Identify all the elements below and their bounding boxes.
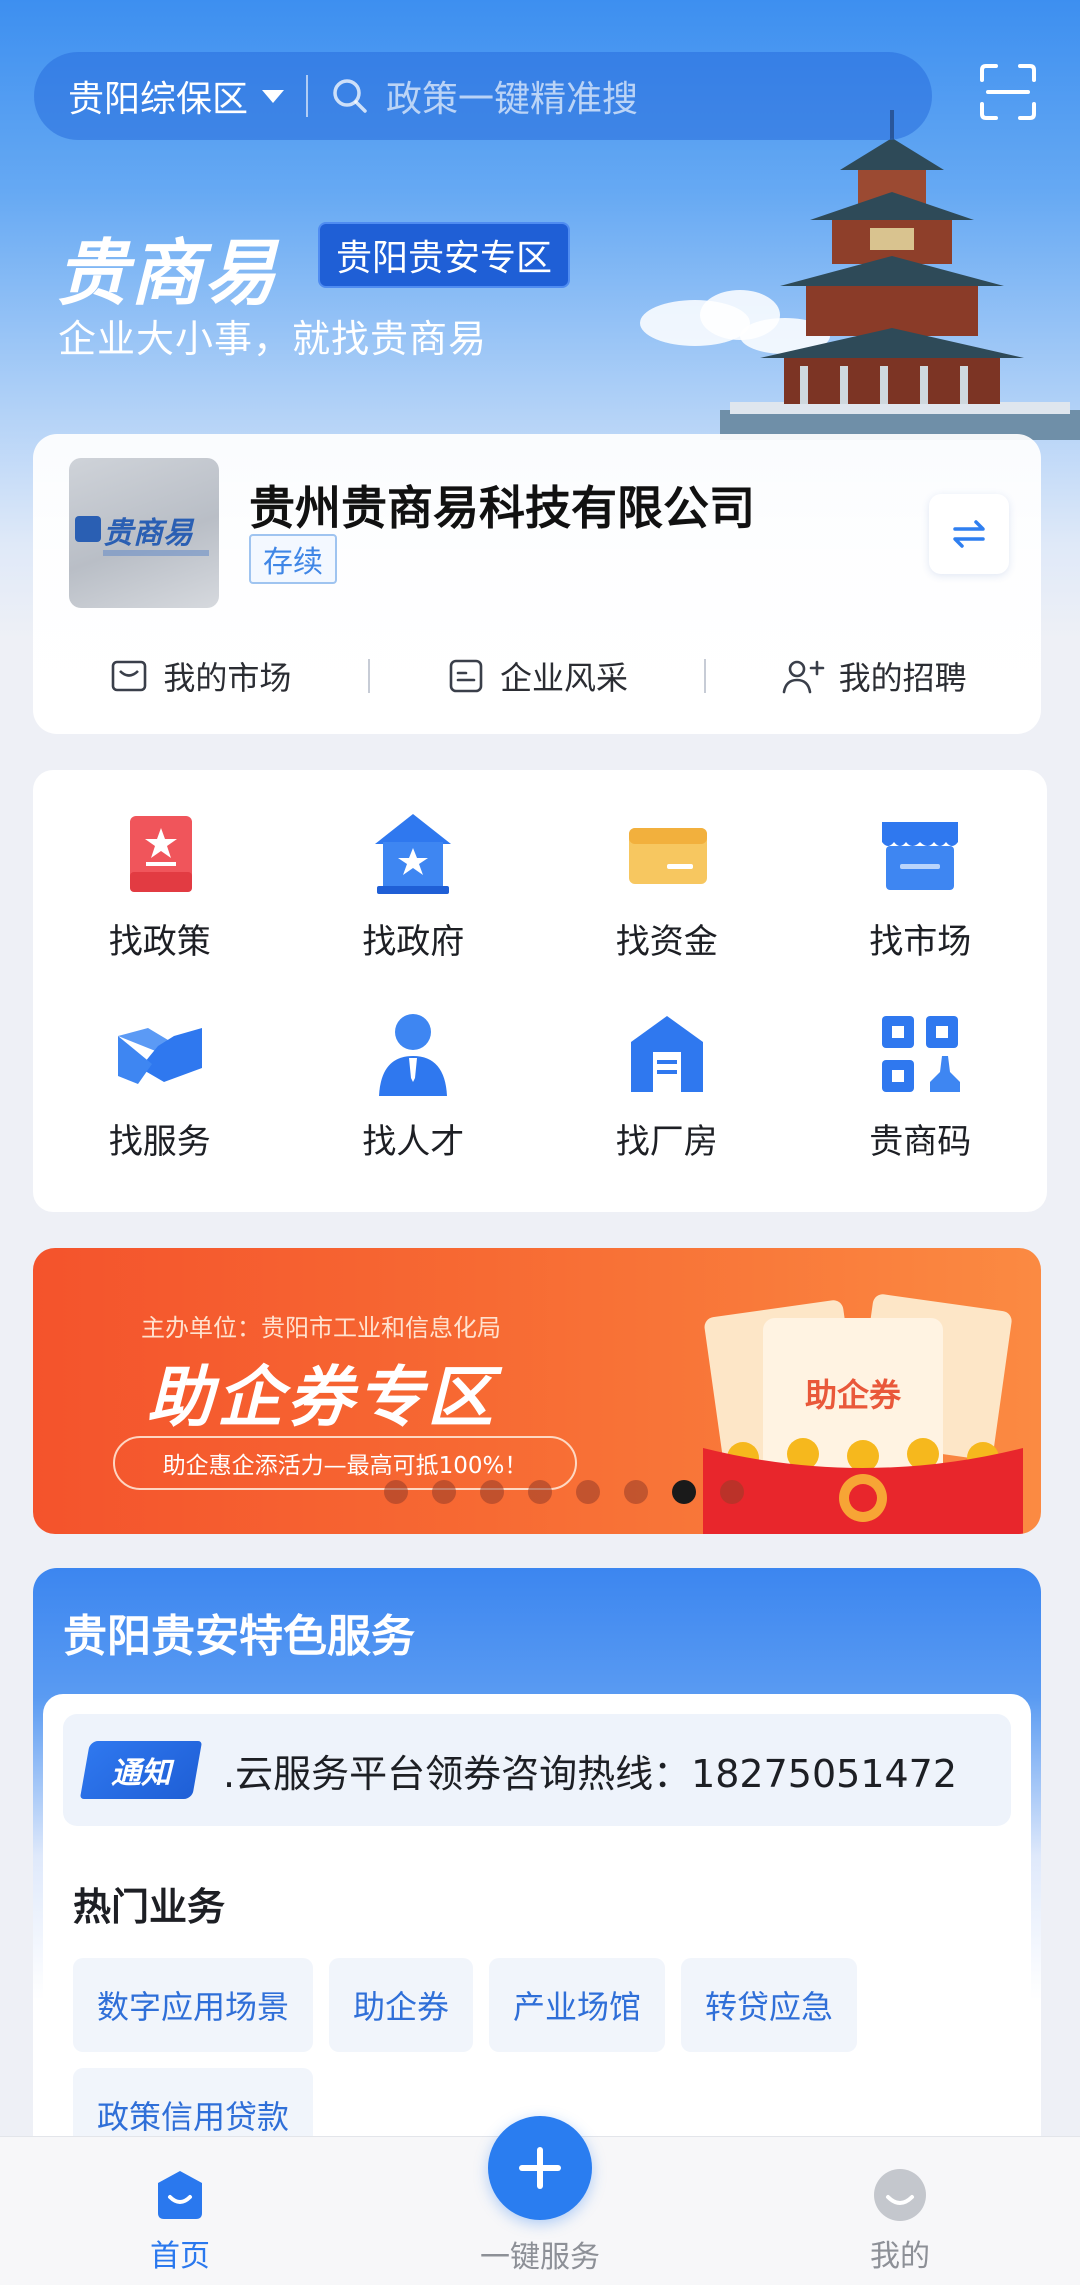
qr-code-icon: [882, 1016, 961, 1092]
nav-home[interactable]: 首页: [80, 2137, 280, 2285]
factory-icon: [630, 1016, 703, 1092]
chip-industry-venue[interactable]: 产业场馆: [489, 1958, 666, 2052]
coupon-label: 助企券: [805, 1376, 902, 1414]
hot-business-title: 热门业务: [73, 1885, 226, 1929]
logo-subline: [103, 550, 209, 556]
caret-down-icon: [262, 89, 285, 103]
grid-label-qrcode: 贵商码: [869, 1122, 972, 1162]
company-style-label: 企业风采: [500, 659, 629, 697]
company-name: 贵州贵商易科技有限公司: [249, 481, 755, 535]
talent-icon: [379, 1014, 448, 1096]
chip-bridge-loan[interactable]: 转贷应急: [681, 1958, 858, 2052]
pagination-dot[interactable]: [720, 1480, 744, 1504]
my-market-label: 我的市场: [163, 659, 292, 697]
pagoda-illustration: [720, 110, 1080, 440]
home-icon: [158, 2171, 202, 2219]
switch-company-button[interactable]: [929, 494, 1009, 574]
company-status-badge: 存续: [249, 534, 337, 584]
chip-coupon[interactable]: 助企券: [329, 1958, 474, 2052]
grid-item-talent[interactable]: 找人才: [287, 992, 541, 1192]
grid-item-qrcode[interactable]: 贵商码: [794, 992, 1048, 1192]
nav-mine-label: 我的: [870, 2239, 930, 2274]
notice-text: .云服务平台领券咨询热线：18275051472: [223, 1751, 958, 1796]
search-icon: [333, 79, 367, 113]
logo-mark: [75, 516, 101, 542]
my-recruit-label: 我的招聘: [838, 659, 967, 697]
logo-text: 贵商易: [103, 516, 193, 551]
region-label: 贵阳综保区: [68, 79, 249, 120]
swap-icon: [953, 520, 985, 548]
service-grid: 找政策 找政府 找资金 找市场 找服务 找人才 找厂房 贵商码: [33, 770, 1047, 1212]
grid-item-market[interactable]: 找市场: [794, 792, 1048, 992]
company-card[interactable]: 贵商易 贵州贵商易科技有限公司 存续 我的市场 企业风采 我的招聘: [33, 434, 1041, 734]
search-divider: [306, 75, 309, 117]
market-icon: [882, 822, 959, 890]
pagination-dot-active[interactable]: [672, 1480, 696, 1504]
pagination-dot[interactable]: [576, 1480, 600, 1504]
grid-item-policy[interactable]: 找政策: [33, 792, 287, 992]
handshake-icon: [117, 1028, 202, 1084]
government-icon: [375, 814, 452, 894]
inbox-icon: [112, 660, 147, 692]
company-style-link[interactable]: 企业风采: [370, 653, 705, 699]
profile-icon: [874, 2169, 926, 2221]
pagination-dot[interactable]: [480, 1480, 504, 1504]
add-user-icon: [782, 660, 824, 694]
special-services-title: 贵阳贵安特色服务: [63, 1611, 415, 1662]
grid-item-service[interactable]: 找服务: [33, 992, 287, 1192]
zone-tag: 贵阳贵安专区: [318, 222, 571, 288]
grid-label-government: 找政府: [362, 922, 465, 962]
brand-title: 贵商易: [56, 231, 279, 315]
banner-title: 助企券专区: [147, 1359, 497, 1436]
one-click-service-button[interactable]: [488, 2116, 592, 2220]
pagination-dot[interactable]: [624, 1480, 648, 1504]
scan-icon[interactable]: [978, 62, 1038, 122]
id-card-icon: [449, 659, 483, 693]
chip-digital-scene[interactable]: 数字应用场景: [73, 1958, 314, 2052]
pagination-dot[interactable]: [384, 1480, 408, 1504]
card-icon: [628, 828, 707, 884]
plus-icon: [519, 2147, 561, 2189]
grid-label-funds: 找资金: [615, 922, 718, 962]
brand-slogan: 企业大小事，就找贵商易: [58, 317, 488, 361]
one-click-service-label: 一键服务: [480, 2240, 600, 2275]
grid-label-service: 找服务: [108, 1122, 211, 1162]
my-recruit-link[interactable]: 我的招聘: [706, 653, 1041, 699]
pagination-dot[interactable]: [528, 1480, 552, 1504]
notice-bar[interactable]: 通知 .云服务平台领券咨询热线：18275051472: [63, 1714, 1011, 1826]
policy-icon: [129, 816, 192, 892]
search-input[interactable]: 政策一键精准搜: [386, 70, 638, 122]
company-links: 我的市场 企业风采 我的招聘: [33, 646, 1041, 706]
grid-label-talent: 找人才: [362, 1122, 465, 1162]
pagination-dot[interactable]: [432, 1480, 456, 1504]
grid-item-factory[interactable]: 找厂房: [540, 992, 794, 1192]
grid-item-funds[interactable]: 找资金: [540, 792, 794, 992]
notice-tag-label: 通知: [111, 1756, 171, 1791]
company-logo: 贵商易: [69, 458, 219, 608]
nav-mine[interactable]: 我的: [800, 2137, 1000, 2285]
search-bar[interactable]: 贵阳综保区 政策一键精准搜: [34, 52, 932, 140]
banner-host: 主办单位：贵阳市工业和信息化局: [141, 1314, 501, 1342]
my-market-link[interactable]: 我的市场: [33, 653, 368, 699]
nav-home-label: 首页: [150, 2239, 210, 2274]
grid-label-policy: 找政策: [108, 922, 211, 962]
grid-label-factory: 找厂房: [615, 1122, 718, 1162]
grid-item-government[interactable]: 找政府: [287, 792, 541, 992]
region-selector[interactable]: 贵阳综保区: [34, 70, 285, 122]
notice-tag: 通知: [79, 1741, 203, 1799]
grid-label-market: 找市场: [869, 922, 972, 962]
banner-pagination: [0, 1480, 1080, 1504]
